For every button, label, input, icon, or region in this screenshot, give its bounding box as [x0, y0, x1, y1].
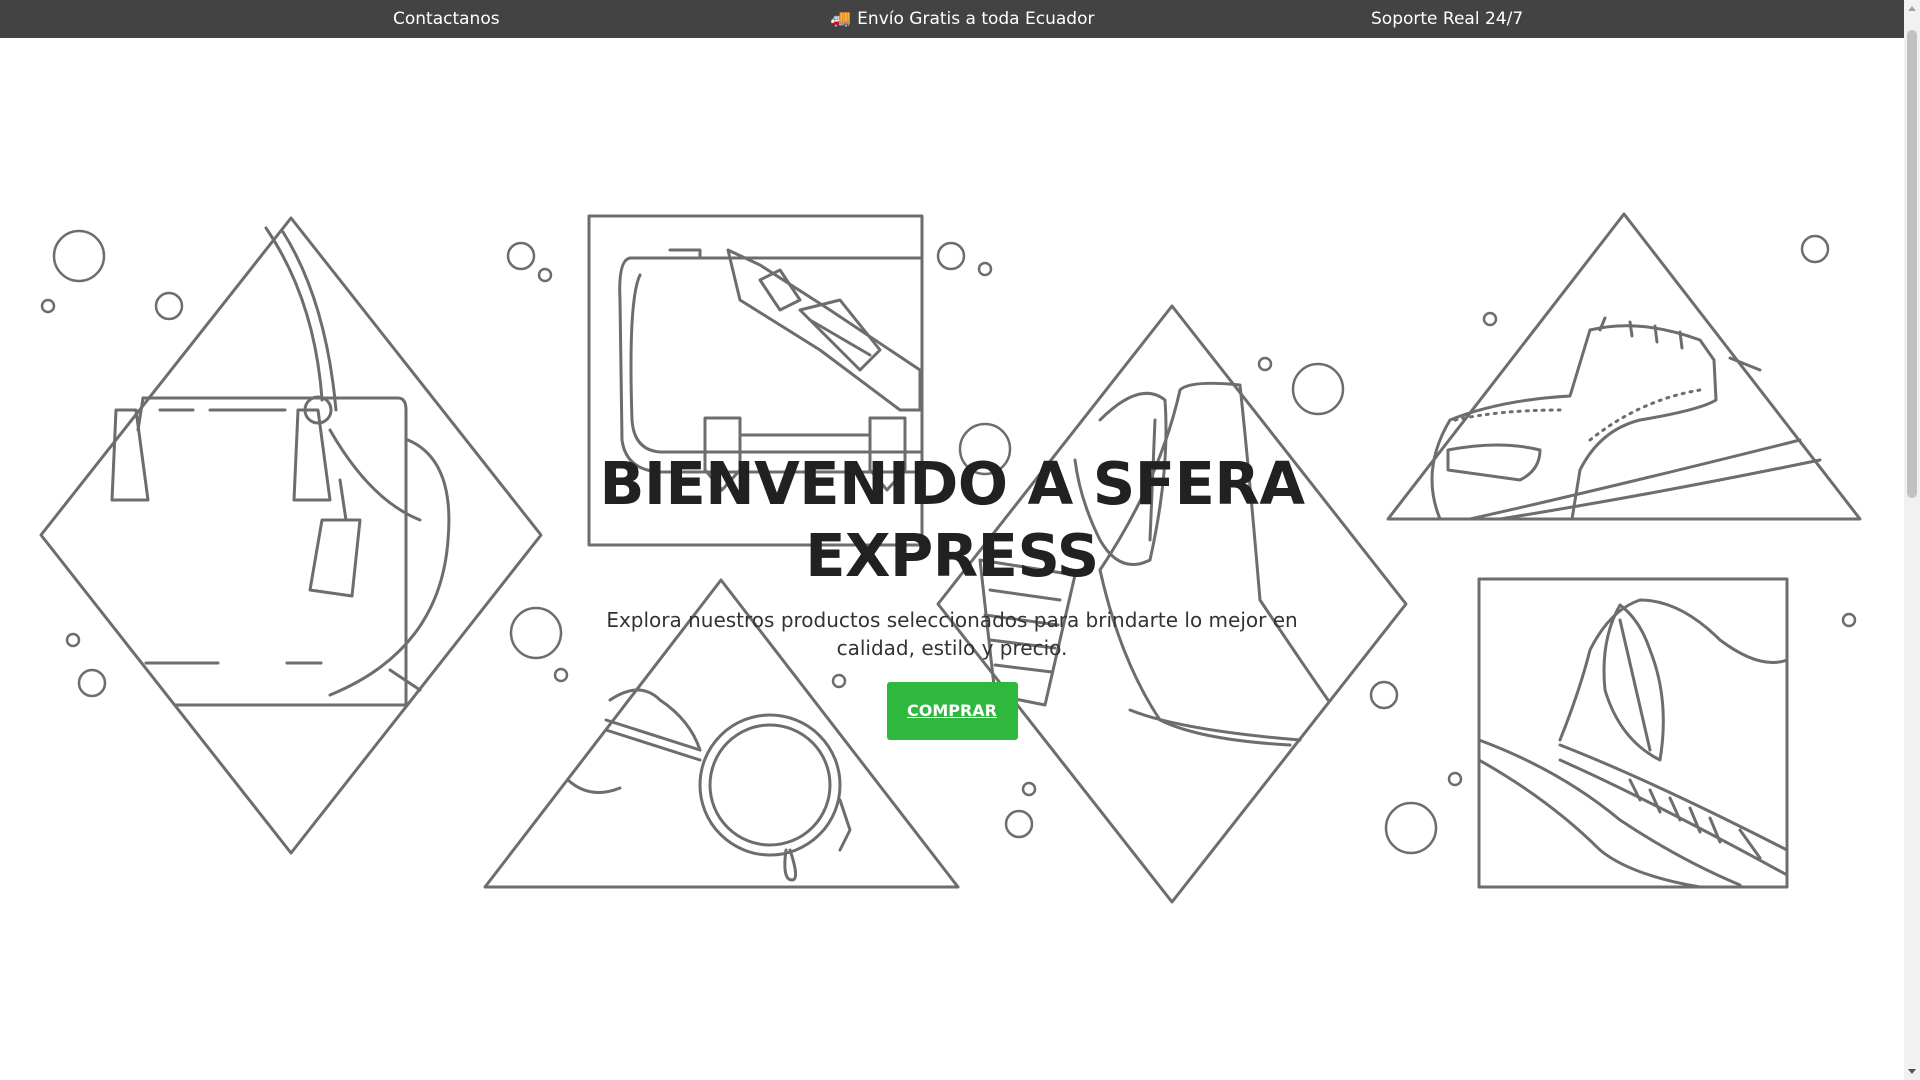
feather-hat-square	[1477, 577, 1789, 889]
hero-title: BIENVENIDO A SFERA EXPRESS	[599, 449, 1305, 590]
contact-link[interactable]: Contactanos	[393, 0, 500, 38]
scroll-thumb[interactable]	[1907, 30, 1917, 498]
scroll-up-arrow-icon[interactable]	[1908, 6, 1916, 11]
truck-icon: 🚚	[830, 9, 852, 29]
top-bar: Contactanos 🚚 Envío Gratis a toda Ecuador…	[0, 0, 1904, 38]
hero-subtitle: Explora nuestros productos seleccionados…	[606, 608, 1298, 660]
shop-button[interactable]: COMPRAR	[886, 682, 1018, 740]
support-notice: Soporte Real 24/7	[1371, 9, 1524, 29]
handbag-diamond	[39, 216, 543, 855]
shipping-notice: 🚚 Envío Gratis a toda Ecuador	[830, 0, 1094, 38]
page-scrollbar[interactable]	[1904, 0, 1920, 1080]
hero-section: BIENVENIDO A SFERA EXPRESS Explora nuest…	[552, 448, 1352, 740]
oxford-shoe-triangle	[1386, 212, 1862, 521]
scroll-down-arrow-icon[interactable]	[1908, 1069, 1916, 1074]
shipping-text: Envío Gratis a toda Ecuador	[857, 9, 1095, 29]
